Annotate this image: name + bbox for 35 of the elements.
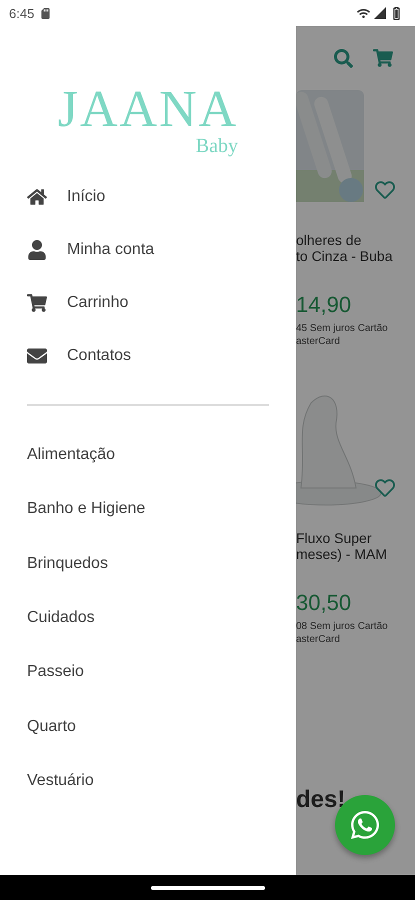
home-indicator[interactable] <box>150 886 264 890</box>
person-icon <box>27 240 47 260</box>
wifi-icon <box>357 6 370 20</box>
category-item[interactable]: Quarto <box>0 699 296 754</box>
product-name: Fluxo Super meses) - MAM <box>296 530 388 562</box>
menu-item[interactable]: Início <box>0 170 296 223</box>
installment-text: 45 Sem juros Cartão asterCard <box>296 322 389 348</box>
signal-icon <box>374 7 386 19</box>
status-time: 6:45 <box>9 6 34 20</box>
category-item[interactable]: Cuidados <box>0 590 296 646</box>
logo-subtitle: Baby <box>196 136 238 156</box>
section-title: des! <box>296 786 346 814</box>
envelope-icon <box>27 346 47 366</box>
menu-item[interactable]: Minha conta <box>0 223 296 276</box>
whatsapp-icon <box>349 809 381 841</box>
installment-text: 08 Sem juros Cartão asterCard <box>296 620 389 646</box>
logo-title: JAANA <box>58 84 238 136</box>
product-price: 30,50 <box>296 590 352 616</box>
product-name: olheres de to Cinza - Buba <box>296 232 394 264</box>
category-item[interactable]: Brinquedos <box>0 536 296 591</box>
heart-icon <box>375 478 395 498</box>
home-icon <box>27 186 47 206</box>
search-icon <box>334 48 353 68</box>
cart-icon <box>27 292 47 312</box>
sd-card-icon <box>40 8 52 18</box>
product-price: 14,90 <box>296 292 352 318</box>
drawer-scrim[interactable] <box>296 26 415 875</box>
heart-icon <box>375 180 395 200</box>
cart-icon <box>373 48 393 68</box>
category-item[interactable]: Passeio <box>0 645 296 700</box>
category-item[interactable]: Banho e Higiene <box>0 482 296 537</box>
menu-item[interactable]: Contatos <box>0 329 296 382</box>
category-item[interactable]: Vestuário <box>0 754 296 808</box>
menu-item[interactable]: Carrinho <box>0 276 296 329</box>
category-item[interactable]: Alimentação <box>0 428 296 482</box>
